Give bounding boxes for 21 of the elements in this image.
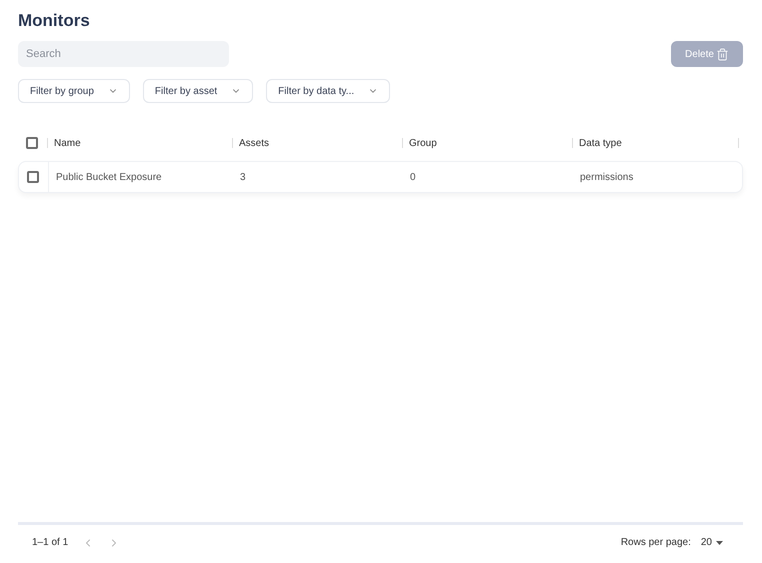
column-header: Data type	[579, 136, 622, 150]
table-cell-text: 3	[240, 170, 246, 184]
search-field[interactable]: Search	[18, 41, 229, 67]
trash-icon	[716, 48, 729, 60]
filter-dropdown[interactable]: Filter by asset	[142, 79, 254, 103]
table-cell-text: 0	[410, 170, 416, 184]
checkbox[interactable]	[27, 171, 39, 183]
checkbox[interactable]	[26, 137, 38, 149]
column-header: Assets	[239, 136, 270, 150]
dropdown-caret-icon	[716, 540, 723, 544]
filter-dropdown[interactable]: Filter by group	[18, 79, 130, 103]
rows-per-page-label: Rows per page:	[620, 536, 691, 550]
page-title: Monitors	[18, 10, 90, 32]
table-cell-text: Public Bucket Exposure	[56, 170, 162, 184]
table-row[interactable]: Public Bucket Exposure 3 0 permissions	[18, 161, 743, 193]
rows-per-page-select[interactable]: 20	[700, 535, 723, 550]
column-header: Name	[54, 136, 81, 150]
table-cell-text: permissions	[580, 170, 634, 184]
page-range: 1–1 of 1	[32, 536, 68, 550]
column-header: Group	[409, 136, 437, 150]
filter-dropdown[interactable]: Filter by data ty...	[266, 79, 390, 103]
